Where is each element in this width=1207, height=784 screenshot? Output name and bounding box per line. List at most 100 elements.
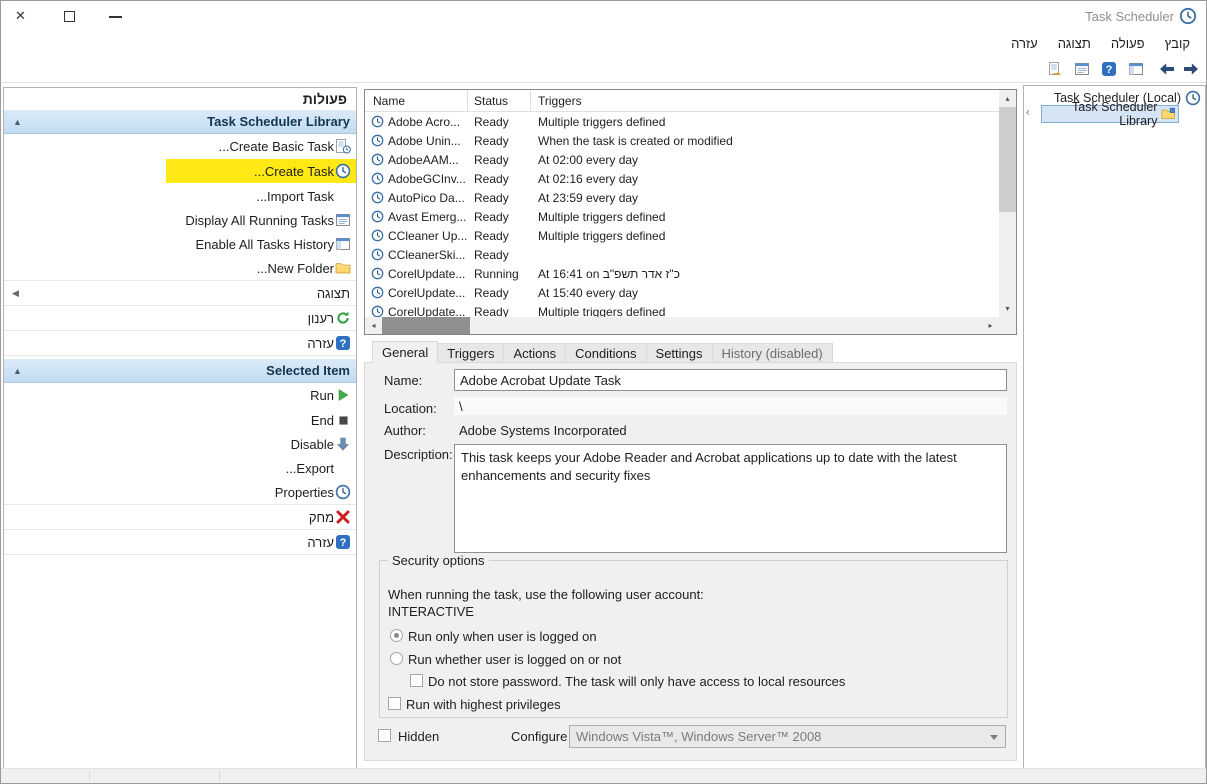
checkbox-no-password[interactable] bbox=[410, 674, 423, 687]
center-panel: Name Status Triggers Adobe Acro... Ready… bbox=[364, 87, 1017, 763]
action-label: רענון bbox=[307, 310, 334, 326]
action-label: Create Basic Task... bbox=[218, 138, 334, 154]
radio-run-logged-on-or-not-label[interactable]: Run whether user is logged on or not bbox=[408, 652, 621, 667]
action-display-all-running-tasks[interactable]: Display All Running Tasks bbox=[4, 208, 356, 232]
action-enable-all-tasks-history[interactable]: Enable All Tasks History bbox=[4, 232, 356, 256]
task-triggers: Multiple triggers defined bbox=[538, 228, 666, 243]
collapse-arrow-icon[interactable]: ◀ bbox=[12, 288, 19, 299]
task-triggers: At 15:40 every day bbox=[538, 285, 639, 300]
action-disable[interactable]: Disable bbox=[4, 432, 356, 456]
tree-scroll-left-icon[interactable]: ‹ bbox=[1026, 107, 1029, 118]
tab-triggers[interactable]: Triggers bbox=[437, 343, 505, 363]
table-row[interactable]: AutoPico Da... Ready At 23:59 every day bbox=[365, 188, 999, 207]
minimize-button[interactable] bbox=[109, 16, 122, 18]
action-help-view[interactable]: עזרה bbox=[4, 331, 356, 355]
table-row[interactable]: CCleaner Up... Ready Multiple triggers d… bbox=[365, 226, 999, 245]
task-status: Running bbox=[474, 266, 519, 281]
hidden-label[interactable]: Hidden bbox=[398, 729, 439, 744]
task-status: Ready bbox=[474, 152, 509, 167]
task-icon bbox=[371, 153, 384, 166]
menu-help[interactable]: עזרה bbox=[1001, 33, 1048, 54]
column-header-status[interactable]: Status bbox=[468, 90, 531, 111]
action-refresh[interactable]: רענון bbox=[4, 306, 356, 330]
task-triggers: Multiple triggers defined bbox=[538, 304, 666, 318]
radio-run-logged-on-label[interactable]: Run only when user is logged on bbox=[408, 629, 597, 644]
table-row[interactable]: CorelUpdate... Ready At 15:40 every day bbox=[365, 283, 999, 302]
security-options-title: Security options bbox=[388, 553, 489, 568]
close-button[interactable]: ✕ bbox=[15, 8, 26, 24]
radio-run-logged-on-or-not[interactable] bbox=[390, 652, 403, 665]
checkbox-no-password-label[interactable]: Do not store password. The task will onl… bbox=[428, 674, 845, 689]
new-folder-icon bbox=[334, 256, 352, 280]
task-status: Ready bbox=[474, 247, 509, 262]
scroll-right-icon[interactable]: ▸ bbox=[982, 317, 999, 334]
table-row[interactable]: CorelUpdate... Running At 16:41 on כ"ז א… bbox=[365, 264, 999, 283]
menu-action[interactable]: פעולה bbox=[1101, 33, 1155, 54]
menu-file[interactable]: קובץ bbox=[1155, 33, 1200, 54]
configure-for-value: Windows Vista™, Windows Server™ 2008 bbox=[576, 729, 822, 744]
help-toolbar-icon[interactable] bbox=[1099, 59, 1119, 79]
action-export[interactable]: Export... bbox=[4, 456, 356, 480]
checkbox-hidden[interactable] bbox=[378, 729, 391, 742]
task-icon bbox=[371, 134, 384, 147]
action-end[interactable]: End bbox=[4, 408, 356, 432]
action-new-folder[interactable]: New Folder... bbox=[4, 256, 356, 280]
task-triggers: When the task is created or modified bbox=[538, 133, 733, 148]
task-name: Avast Emerg... bbox=[388, 209, 467, 224]
collapse-arrow-icon[interactable]: ▲ bbox=[13, 117, 22, 127]
tab-conditions[interactable]: Conditions bbox=[565, 343, 647, 363]
action-create-task[interactable]: Create Task... bbox=[4, 159, 356, 183]
horizontal-scroll-thumb[interactable] bbox=[382, 317, 470, 334]
action-import-task[interactable]: Import Task... bbox=[4, 184, 356, 208]
show-console-tree-icon[interactable] bbox=[1126, 59, 1146, 79]
tree-item-task-scheduler-library[interactable]: Task Scheduler Library bbox=[1041, 100, 1179, 128]
action-delete[interactable]: מחק bbox=[4, 505, 356, 529]
collapse-arrow-icon[interactable]: ▲ bbox=[13, 366, 22, 376]
task-name-field[interactable]: Adobe Acrobat Update Task bbox=[454, 369, 1007, 391]
back-arrow-icon[interactable] bbox=[1157, 59, 1177, 79]
tab-actions[interactable]: Actions bbox=[503, 343, 567, 363]
vertical-scrollbar[interactable]: ▴ ▾ bbox=[999, 90, 1016, 317]
column-header-triggers[interactable]: Triggers bbox=[531, 90, 999, 111]
action-run[interactable]: Run bbox=[4, 383, 356, 407]
action-label: Export... bbox=[285, 460, 334, 476]
task-icon bbox=[371, 191, 384, 204]
checkbox-highest-privileges-label[interactable]: Run with highest privileges bbox=[406, 697, 561, 712]
forward-arrow-icon[interactable] bbox=[1181, 59, 1201, 79]
column-header-name[interactable]: Name bbox=[365, 90, 468, 111]
table-row[interactable]: Adobe Acro... Ready Multiple triggers de… bbox=[365, 112, 999, 131]
scrollbar-corner bbox=[999, 317, 1016, 334]
vertical-scroll-thumb[interactable] bbox=[999, 107, 1016, 212]
show-action-pane-icon[interactable] bbox=[1072, 59, 1092, 79]
tab-general[interactable]: General bbox=[372, 341, 439, 363]
scroll-left-icon[interactable]: ◂ bbox=[365, 317, 382, 334]
table-row[interactable]: CorelUpdate... Ready Multiple triggers d… bbox=[365, 302, 999, 317]
table-row[interactable]: Avast Emerg... Ready Multiple triggers d… bbox=[365, 207, 999, 226]
section-task-scheduler-library[interactable]: Task Scheduler Library ▲ bbox=[4, 110, 356, 134]
scroll-down-icon[interactable]: ▾ bbox=[999, 300, 1016, 317]
action-create-basic-task[interactable]: Create Basic Task... bbox=[4, 134, 356, 158]
configure-for-dropdown[interactable]: Windows Vista™, Windows Server™ 2008 bbox=[569, 725, 1006, 748]
menu-view[interactable]: תצוגה bbox=[1048, 33, 1101, 54]
table-row[interactable]: AdobeAAM... Ready At 02:00 every day bbox=[365, 150, 999, 169]
action-label: Display All Running Tasks bbox=[185, 212, 334, 228]
action-properties[interactable]: Properties bbox=[4, 480, 356, 504]
action-help-selected[interactable]: עזרה bbox=[4, 530, 356, 554]
export-list-icon[interactable] bbox=[1045, 59, 1065, 79]
tab-settings[interactable]: Settings bbox=[645, 343, 713, 363]
table-row[interactable]: Adobe Unin... Ready When the task is cre… bbox=[365, 131, 999, 150]
table-row[interactable]: CCleanerSki... Ready bbox=[365, 245, 999, 264]
separator bbox=[4, 355, 356, 356]
task-list-rows: Adobe Acro... Ready Multiple triggers de… bbox=[365, 112, 999, 317]
table-row[interactable]: AdobeGCInv... Ready At 02:16 every day bbox=[365, 169, 999, 188]
task-description-field[interactable]: This task keeps your Adobe Reader and Ac… bbox=[454, 444, 1007, 553]
section-view[interactable]: תצוגה ◀ bbox=[4, 281, 356, 305]
checkbox-highest-privileges[interactable] bbox=[388, 697, 401, 710]
radio-run-logged-on[interactable] bbox=[390, 629, 403, 642]
scroll-up-icon[interactable]: ▴ bbox=[999, 90, 1016, 107]
horizontal-scrollbar[interactable]: ◂ ▸ bbox=[365, 317, 999, 334]
maximize-button[interactable] bbox=[64, 11, 75, 22]
task-status: Ready bbox=[474, 114, 509, 129]
section-selected-item[interactable]: Selected Item ▲ bbox=[4, 359, 356, 383]
general-tab-pane: Name: Adobe Acrobat Update Task Location… bbox=[364, 362, 1017, 761]
